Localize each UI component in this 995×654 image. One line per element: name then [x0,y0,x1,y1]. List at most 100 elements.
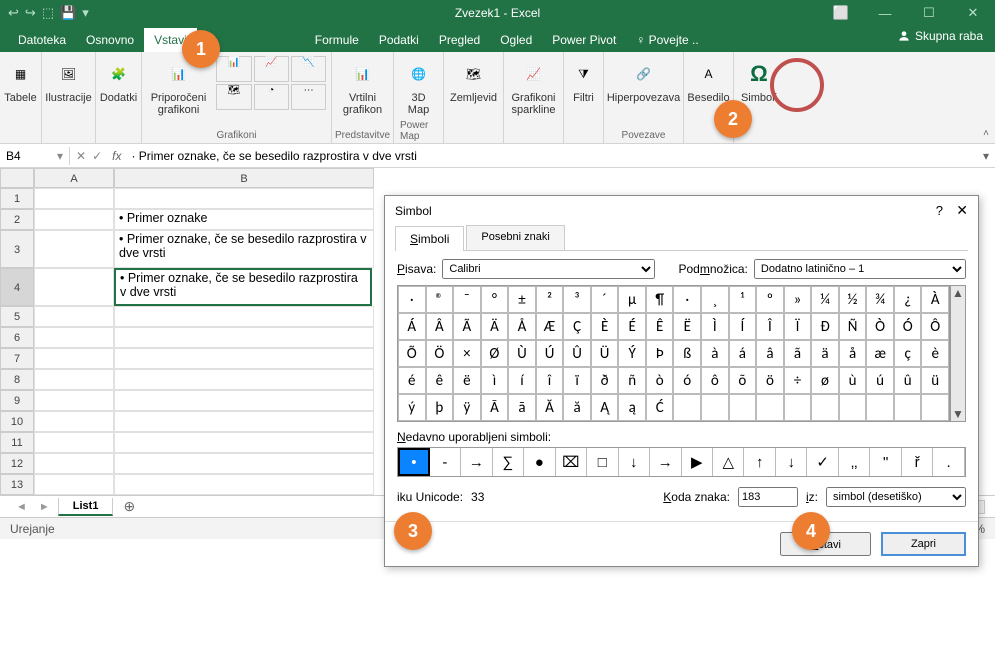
recent-symbol[interactable]: ▶ [682,448,713,476]
expand-formula-icon[interactable]: ▾ [977,149,995,163]
fx-label[interactable]: fx [108,149,125,163]
symbol-cell[interactable]: ¸ [701,286,729,313]
symbol-cell[interactable]: ö [756,367,784,394]
ribbon-3dmap[interactable]: 🌐3D Map [399,56,439,118]
symbol-cell[interactable]: ñ [618,367,646,394]
recent-symbol[interactable]: . [933,448,964,476]
close-icon[interactable]: ✕ [951,0,995,26]
symbol-cell[interactable]: Ø [481,340,509,367]
symbol-cell[interactable]: ± [508,286,536,313]
recent-symbol[interactable]: ↓ [619,448,650,476]
row-header[interactable]: 5 [0,306,34,327]
symbol-cell[interactable]: Ñ [839,313,867,340]
symbol-cell[interactable]: Ï [784,313,812,340]
row-header[interactable]: 3 [0,230,34,268]
symbol-cell[interactable]: À [921,286,949,313]
symbol-cell[interactable]: î [536,367,564,394]
cell[interactable] [34,209,114,230]
symbol-cell[interactable]: ü [921,367,949,394]
tab-pregled[interactable]: Pregled [429,28,490,52]
symbol-cell[interactable]: Ą [591,394,619,421]
cell[interactable] [114,390,374,411]
dialog-help-icon[interactable]: ? [936,203,953,218]
recent-symbol[interactable]: ↓ [776,448,807,476]
symbol-cell[interactable]: ê [426,367,454,394]
symbol-cell[interactable]: ø [811,367,839,394]
symbol-cell[interactable]: Ô [921,313,949,340]
chart-gallery[interactable]: 📊📈📉🗺◔⋯ [216,56,326,110]
symbol-cell[interactable]: ð [591,367,619,394]
ribbon-dodatki[interactable]: 🧩Dodatki [96,56,141,106]
symbol-cell[interactable]: ¶ [646,286,674,313]
symbol-cell[interactable]: Ò [866,313,894,340]
cell[interactable] [114,369,374,390]
row-header[interactable]: 2 [0,209,34,230]
recent-symbols[interactable]: •-→∑●⌧□↓→▶△↑↓✓‚‚"ř. [397,447,966,477]
row-header[interactable]: 7 [0,348,34,369]
symbol-cell[interactable]: Ó [894,313,922,340]
symbol-cell[interactable]: å [839,340,867,367]
symbol-cell[interactable]: µ [618,286,646,313]
symbol-cell[interactable]: ó [673,367,701,394]
symbol-cell[interactable]: ù [839,367,867,394]
recent-symbol[interactable]: " [870,448,901,476]
cell[interactable] [34,230,114,268]
recent-symbol[interactable]: ∑ [493,448,524,476]
symbol-cell[interactable]: · [673,286,701,313]
symbol-cell[interactable]: õ [729,367,757,394]
recent-symbol[interactable]: ⌧ [556,448,587,476]
cell[interactable] [114,474,374,495]
tab-datoteka[interactable]: Datoteka [8,28,76,52]
symbol-cell[interactable]: ô [701,367,729,394]
row-header[interactable]: 12 [0,453,34,474]
close-button[interactable]: Zapri [881,532,966,556]
formula-input[interactable]: · Primer oznake, če se besedilo razprost… [125,147,977,165]
tell-me[interactable]: ♀ Povejte .. [626,28,708,52]
row-header[interactable]: 13 [0,474,34,495]
symbol-cell[interactable]: ă [563,394,591,421]
symbol-cell[interactable]: â [756,340,784,367]
qat-more-icon[interactable]: ▾ [82,5,89,21]
symbol-cell[interactable]: Î [756,313,784,340]
ribbon-filtri[interactable]: ⧩Filtri [564,56,604,106]
symbol-cell[interactable]: Ö [426,340,454,367]
accept-formula-icon[interactable]: ✓ [92,149,102,163]
symbol-cell[interactable]: × [453,340,481,367]
symbol-cell[interactable]: á [729,340,757,367]
recent-symbol[interactable]: △ [713,448,744,476]
cell-active[interactable]: • Primer oznake, če se besedilo razprost… [114,268,372,306]
sheet-nav-prev-icon[interactable]: ◄ [12,501,31,513]
col-header[interactable]: A [34,168,114,188]
symbol-cell[interactable]: ³ [563,286,591,313]
add-sheet-icon[interactable]: ⊕ [117,498,141,515]
symbol-cell[interactable]: ã [784,340,812,367]
symbol-cell[interactable]: Ā [481,394,509,421]
symbol-cell[interactable]: É [618,313,646,340]
font-select[interactable]: Calibri [442,259,654,279]
symbol-grid[interactable]: ·®¯°±²³´µ¶·¸¹º»¼½¾¿ÀÁÂÃÄÅÆÇÈÉÊËÌÍÎÏÐÑÒÓÔ… [397,285,950,422]
ribbon-vrtilni[interactable]: 📊Vrtilni grafikon [339,56,386,118]
symbol-cell[interactable]: · [398,286,426,313]
sheet-tab[interactable]: List1 [58,498,114,516]
undo-icon[interactable]: ↩ [8,5,19,21]
symbol-cell[interactable]: ² [536,286,564,313]
cell[interactable] [34,411,114,432]
symbol-cell[interactable]: ° [481,286,509,313]
symbol-cell[interactable]: Õ [398,340,426,367]
cancel-formula-icon[interactable]: ✕ [76,149,86,163]
tab-powerpivot[interactable]: Power Pivot [542,28,626,52]
row-header[interactable]: 1 [0,188,34,209]
code-input[interactable] [738,487,798,507]
row-header[interactable]: 6 [0,327,34,348]
symbol-cell[interactable]: ç [894,340,922,367]
subset-select[interactable]: Dodatno latinično – 1 [754,259,966,279]
symbol-cell[interactable]: Ú [536,340,564,367]
row-header[interactable]: 11 [0,432,34,453]
from-select[interactable]: simbol (desetiško) [826,487,966,507]
recent-symbol[interactable]: → [650,448,681,476]
symbol-cell[interactable]: ì [481,367,509,394]
symbol-cell[interactable]: Þ [646,340,674,367]
cell[interactable] [114,411,374,432]
save-icon[interactable]: 💾 [60,5,76,21]
dialog-tab-posebni[interactable]: Posebni znaki [466,225,565,250]
